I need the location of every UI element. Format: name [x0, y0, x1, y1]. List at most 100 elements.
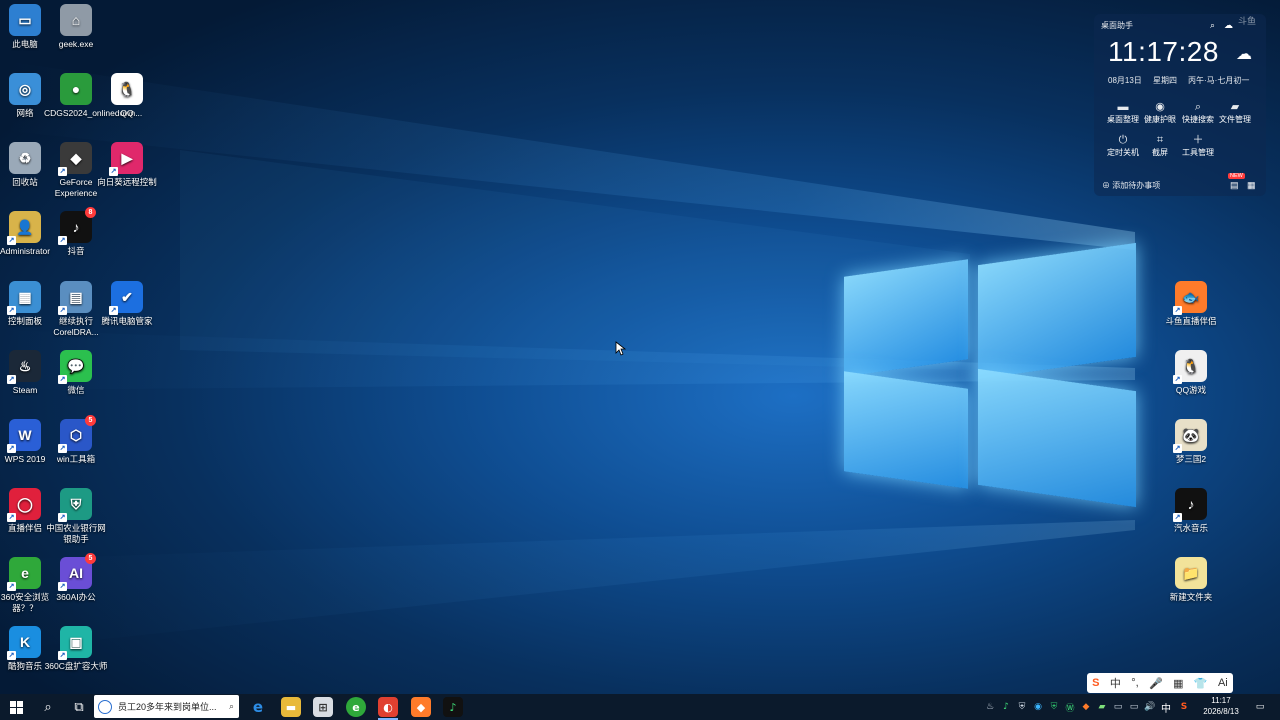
desktop-icon-label: geek.exe: [58, 39, 94, 49]
folder-icon: ▬: [285, 700, 297, 714]
tray-360-icon[interactable]: ◉: [1032, 701, 1044, 713]
widget-date: 08月13日: [1108, 76, 1142, 85]
tool-eye-care[interactable]: ◉ 健康护眼: [1140, 100, 1180, 125]
douyu-watermark-icon: 斗鱼: [1238, 16, 1257, 26]
taskbar-app-red[interactable]: ◐: [378, 697, 398, 717]
360-ai-office-icon: AI 5 ↗: [58, 553, 96, 591]
tray-steam-icon[interactable]: ♨: [984, 701, 996, 713]
tool-desktop-organize[interactable]: ▬ 桌面整理: [1103, 100, 1143, 125]
desktop-icon-qq-game[interactable]: 🐧 ↗ QQ游戏: [1159, 350, 1223, 396]
desktop-icon-new-folder[interactable]: 📁 新建文件夹: [1159, 557, 1223, 603]
ime-toolbar[interactable]: S 中 °, 🎤 ▦ 👕 Ai: [1087, 673, 1233, 693]
desktop-icon-sunlogin[interactable]: ▶ ↗ 向日葵远程控制: [95, 142, 159, 188]
tool-scheduled-shutdown[interactable]: ⏻ 定时关机: [1103, 133, 1143, 158]
desktop-icon-360-ai-office[interactable]: AI 5 ↗ 360AI办公: [44, 553, 108, 603]
desktop-icon-mengsanguo[interactable]: 🐼 ↗ 梦三国2: [1159, 419, 1223, 465]
task-view-button[interactable]: ⧉: [63, 694, 95, 720]
tray-network-icon[interactable]: ▭: [1112, 701, 1124, 713]
search-suggestion-text: 员工20多年来到岗单位...: [118, 702, 217, 712]
desktop-icon-wechat[interactable]: 💬 ↗ 微信: [44, 350, 108, 396]
desktop-icon-soda-music[interactable]: ♪ ↗ 汽水音乐: [1159, 488, 1223, 534]
tray-bank-icon[interactable]: ⛨: [1048, 701, 1060, 713]
desktop-icon-label: 抖音: [67, 246, 85, 256]
tray-battery-icon[interactable]: ▭: [1128, 701, 1140, 713]
tray-shield-icon[interactable]: ⛨: [1016, 701, 1028, 713]
search-button[interactable]: ⌕: [32, 694, 64, 720]
keyboard-icon[interactable]: ▦: [1173, 677, 1183, 690]
start-button[interactable]: [0, 694, 32, 720]
taskbar-360-browser[interactable]: e: [346, 697, 366, 717]
add-todo-button[interactable]: ⊕ 添加待办事项: [1102, 180, 1160, 191]
control-panel-icon: ▦ ↗: [7, 281, 41, 315]
shortcut-arrow-icon: ↗: [7, 236, 16, 245]
punctuation-toggle[interactable]: °,: [1131, 677, 1138, 689]
desktop-icon-360-c-drive[interactable]: ▣ ↗ 360C盘扩容大师: [44, 626, 108, 672]
shortcut-arrow-icon: ↗: [1173, 375, 1182, 384]
magnifier-icon: ⌕: [1194, 101, 1202, 113]
360-c-drive-icon: ▣ ↗: [58, 626, 92, 660]
coreldraw-installer-icon: ●: [60, 73, 92, 105]
new-folder-icon: 📁: [1175, 557, 1207, 589]
search-icon[interactable]: ⌕: [1210, 20, 1215, 31]
desktop-icon-douyu-live[interactable]: 🐟 ↗ 斗鱼直播伴侣: [1159, 281, 1223, 327]
desktop-icon-label: QQ: [120, 108, 134, 118]
edge-icon: e: [252, 698, 264, 716]
tray-nvidia-icon[interactable]: ▰: [1096, 701, 1108, 713]
geek-exe-icon: ⌂: [60, 4, 92, 36]
desktop-icon-label: 中国农业银行网银助手: [46, 523, 106, 544]
shortcut-arrow-icon: ↗: [58, 651, 67, 660]
shortcut-arrow-icon: ↗: [58, 236, 67, 245]
shortcut-arrow-icon: ↗: [58, 582, 67, 591]
ai-assistant-icon[interactable]: Ai: [1218, 677, 1228, 689]
desktop-icon-label: QQ游戏: [1175, 385, 1207, 395]
weather-icon[interactable]: ☁: [1236, 44, 1252, 64]
desktop-icon-douyin[interactable]: ♪ 8 ↗ 抖音: [44, 207, 108, 257]
shortcut-arrow-icon: ↗: [7, 513, 16, 522]
taskbar-file-explorer[interactable]: ▬: [281, 697, 301, 717]
task-view-icon: ⧉: [74, 699, 84, 715]
taskbar-search-box[interactable]: 员工20多年来到岗单位... ⌕: [94, 695, 239, 718]
calendar-icon[interactable]: ▤: [1230, 180, 1239, 191]
360-browser-icon: e: [352, 700, 360, 714]
tray-douyu-icon[interactable]: ◆: [1080, 701, 1092, 713]
desktop[interactable]: ▭ 此电脑 ⌂ geek.exe ◎ 网络 ● CDGS2024_onlinedown... 🐧…: [0, 0, 1280, 694]
microphone-icon[interactable]: 🎤: [1149, 677, 1163, 690]
tray-music-icon[interactable]: ♪: [1000, 701, 1012, 713]
mengsanguo-icon: 🐼 ↗: [1173, 419, 1207, 453]
shortcut-arrow-icon: ↗: [58, 167, 67, 176]
tray-security-icon[interactable]: Ⓦ: [1064, 701, 1076, 714]
this-pc-icon: ▭: [9, 4, 41, 36]
folder-icon: ▰: [1230, 101, 1240, 113]
tool-tools-manager[interactable]: ＋工具管理: [1178, 133, 1218, 158]
coreldraw-resume-icon: ▤ ↗: [58, 281, 92, 315]
desktop-icon-geek-exe[interactable]: ⌂ geek.exe: [44, 4, 108, 50]
taskbar-store[interactable]: ⊞: [313, 697, 333, 717]
shortcut-arrow-icon: ↗: [109, 167, 118, 176]
music-note-icon: ♪: [449, 700, 457, 714]
sogou-logo-icon[interactable]: S: [1092, 677, 1099, 689]
shortcut-arrow-icon: ↗: [58, 444, 67, 453]
qrcode-icon[interactable]: ▦: [1247, 180, 1256, 191]
tray-volume-icon[interactable]: 🔊: [1144, 701, 1156, 713]
taskbar-edge[interactable]: e: [248, 697, 268, 717]
taskbar-clock[interactable]: 11:17 2026/8/13: [1196, 695, 1246, 717]
desktop-icon-qq[interactable]: 🐧 QQ: [95, 73, 159, 119]
new-badge: NEW: [1228, 173, 1245, 179]
tool-file-manager[interactable]: ▰ 文件管理: [1215, 100, 1255, 125]
skin-shirt-icon[interactable]: 👕: [1194, 677, 1208, 690]
ime-mode-toggle[interactable]: 中: [1110, 675, 1121, 691]
desktop-organize-icon: ▬: [1117, 101, 1129, 113]
desktop-assistant-widget: 桌面助手 ⌕ ☁ 斗鱼 11:17:28 ☁ 08月13日 星期四 丙午·马·七…: [1094, 14, 1266, 196]
desktop-icon-abc-bank[interactable]: ⛨ ↗ 中国农业银行网银助手: [44, 488, 108, 545]
desktop-icon-win-toolbox[interactable]: ⬡ 5 ↗ win工具箱: [44, 415, 108, 465]
tray-sogou-icon[interactable]: S: [1178, 701, 1190, 713]
action-center-icon[interactable]: ▭: [1252, 701, 1268, 713]
search-submit-icon[interactable]: ⌕: [229, 701, 234, 712]
taskbar-soda-music[interactable]: ♪: [443, 697, 463, 717]
taskbar-douyu-live[interactable]: ◆: [411, 697, 431, 717]
desktop-icon-tencent-pc-manager[interactable]: ✔ ↗ 腾讯电脑管家: [95, 281, 159, 327]
tool-screenshot[interactable]: ⌗ 截屏: [1140, 133, 1180, 158]
skin-icon[interactable]: ☁: [1224, 20, 1233, 31]
tray-ime-indicator[interactable]: 中: [1160, 701, 1172, 715]
tool-quick-search[interactable]: ⌕ 快捷搜索: [1178, 100, 1218, 125]
